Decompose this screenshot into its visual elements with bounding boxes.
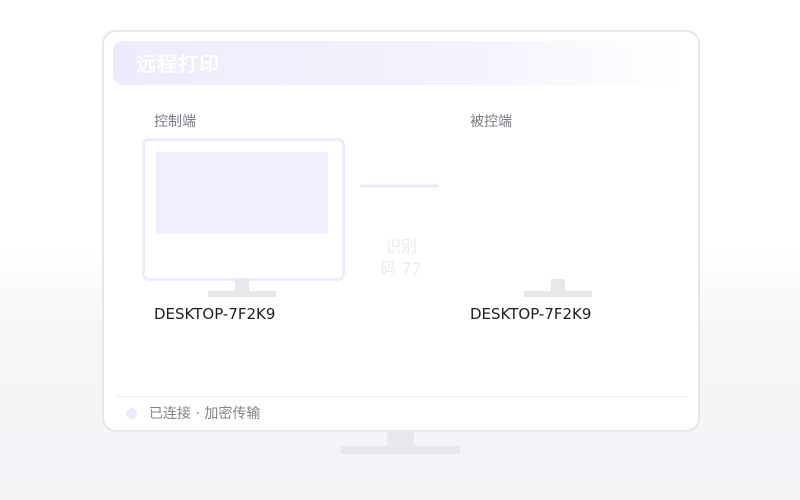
status-dot-icon — [126, 408, 137, 419]
controlled-label: 被控端 — [470, 114, 512, 130]
connection-code-line-1: 识别 — [384, 237, 417, 256]
controlled-monitor-base — [524, 291, 592, 297]
connection-code: 识别 码 77 — [373, 236, 429, 280]
footer-divider — [117, 396, 687, 397]
connection-status: 已连接 · 加密传输 — [149, 406, 261, 422]
connection-code-line-2: 码 77 — [380, 259, 422, 278]
controlled-device-name: DESKTOP-7F2K9 — [470, 305, 592, 323]
arrow-right-icon — [360, 183, 440, 189]
controller-monitor-base — [208, 291, 276, 297]
controller-screen — [156, 152, 328, 234]
window-stand-base — [341, 446, 460, 454]
window-title: 远程打印 — [136, 52, 220, 76]
controller-label: 控制端 — [154, 114, 196, 130]
window-stand-neck — [387, 431, 414, 447]
controller-device-name: DESKTOP-7F2K9 — [154, 305, 276, 323]
